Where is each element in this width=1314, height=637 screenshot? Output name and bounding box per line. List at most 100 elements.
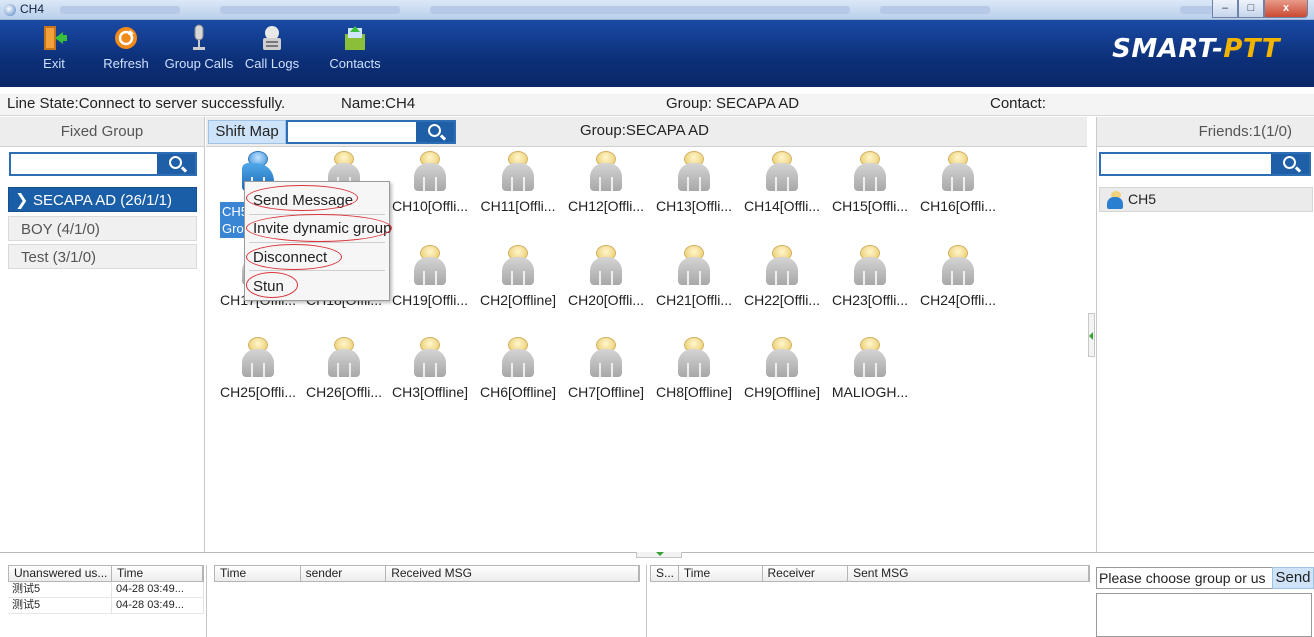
exit-button[interactable]: Exit xyxy=(34,24,74,71)
friends-header: Friends:1(1/0) xyxy=(1097,117,1314,147)
user-label: CH3[Offline] xyxy=(392,384,468,400)
menu-item-send-message[interactable]: Send Message xyxy=(253,192,353,209)
sent-messages-table: S... Time Receiver Sent MSG xyxy=(650,565,1090,582)
user-label: CH22[Offli... xyxy=(744,292,820,308)
offline-user-icon xyxy=(940,151,976,193)
group-item-test[interactable]: Test (3/1/0) xyxy=(8,244,197,269)
table-row[interactable]: 测试5 04-28 03:49... xyxy=(8,582,204,598)
offline-user-icon xyxy=(676,245,712,287)
offline-user-icon xyxy=(500,245,536,287)
member-search-input[interactable] xyxy=(286,120,456,144)
column-header[interactable]: Received MSG xyxy=(386,566,639,581)
user-context-menu: Send Message Invite dynamic group Discon… xyxy=(244,181,391,301)
bottom-splitter-handle[interactable] xyxy=(636,552,682,558)
offline-user-icon xyxy=(412,245,448,287)
refresh-icon xyxy=(113,24,139,52)
group-search-button[interactable] xyxy=(157,154,195,174)
exit-door-icon xyxy=(41,24,67,52)
offline-user-icon xyxy=(852,151,888,193)
user-label: CH16[Offli... xyxy=(920,198,996,214)
call-logs-icon xyxy=(259,24,285,52)
offline-user-icon xyxy=(500,337,536,379)
window-controls: – □ x xyxy=(1212,0,1308,19)
fixed-group-panel: Fixed Group ❯ SECAPA AD (26/1/1) BOY (4/… xyxy=(0,117,205,552)
member-search-button[interactable] xyxy=(416,122,454,142)
offline-user-icon xyxy=(852,337,888,379)
user-label: CH19[Offli... xyxy=(392,292,468,308)
group-search-input[interactable] xyxy=(9,152,197,176)
blurred-title-region xyxy=(60,6,180,14)
contacts-button[interactable]: Contacts xyxy=(326,24,384,71)
search-icon xyxy=(1283,156,1296,169)
center-header-bar: Shift Map Group:SECAPA AD xyxy=(206,117,1087,147)
offline-user-icon xyxy=(240,337,276,379)
minimize-button[interactable]: – xyxy=(1212,0,1238,18)
message-recipient-field[interactable]: Please choose group or us xyxy=(1096,567,1276,589)
table-row[interactable]: 测试5 04-28 03:49... xyxy=(8,598,204,614)
center-group-title: Group:SECAPA AD xyxy=(580,122,709,139)
friend-item-ch5[interactable]: CH5 xyxy=(1099,187,1313,212)
column-header[interactable]: sender xyxy=(301,566,387,581)
user-label: CH7[Offline] xyxy=(568,384,644,400)
current-name-text: Name:CH4 xyxy=(341,95,416,112)
fixed-group-header: Fixed Group xyxy=(0,117,204,147)
menu-item-stun[interactable]: Stun xyxy=(253,278,284,295)
refresh-button[interactable]: Refresh xyxy=(98,24,154,71)
close-button[interactable]: x xyxy=(1264,0,1308,18)
offline-user-icon xyxy=(940,245,976,287)
column-header[interactable]: Time xyxy=(215,566,301,581)
group-item-secapa-ad[interactable]: ❯ SECAPA AD (26/1/1) xyxy=(8,187,197,212)
column-header[interactable]: Sent MSG xyxy=(848,566,1089,581)
table-header: S... Time Receiver Sent MSG xyxy=(650,565,1090,582)
message-input-area[interactable] xyxy=(1096,593,1312,637)
panel-splitter-handle[interactable] xyxy=(1088,313,1095,357)
user-label: CH10[Offli... xyxy=(392,198,468,214)
group-calls-button[interactable]: Group Calls xyxy=(164,24,234,71)
line-state-text: Line State:Connect to server successfull… xyxy=(7,95,286,112)
maximize-button[interactable]: □ xyxy=(1238,0,1264,18)
column-header[interactable]: Time xyxy=(112,566,203,581)
user-label: CH11[Offli... xyxy=(480,198,556,214)
user-label: CH9[Offline] xyxy=(744,384,820,400)
offline-user-icon xyxy=(676,337,712,379)
friend-search-input[interactable] xyxy=(1099,152,1311,176)
blurred-title-region xyxy=(880,6,990,14)
blurred-title-region xyxy=(220,6,400,14)
menu-item-disconnect[interactable]: Disconnect xyxy=(253,249,327,266)
send-button[interactable]: Send xyxy=(1272,567,1314,589)
online-user-icon xyxy=(1106,191,1124,209)
contacts-icon xyxy=(342,24,368,52)
user-label: CH6[Offline] xyxy=(480,384,556,400)
column-header[interactable]: Time xyxy=(679,566,763,581)
user-label: CH2[Offline] xyxy=(480,292,556,308)
current-group-text: Group: SECAPA AD xyxy=(666,95,800,112)
selected-user-label: CH5 Gro xyxy=(220,202,249,238)
shift-map-button[interactable]: Shift Map xyxy=(208,120,286,144)
offline-user-icon xyxy=(412,151,448,193)
offline-user-icon xyxy=(852,245,888,287)
friend-search-button[interactable] xyxy=(1271,154,1309,174)
group-item-boy[interactable]: BOY (4/1/0) xyxy=(8,216,197,241)
menu-separator xyxy=(249,242,385,243)
divider xyxy=(206,565,207,637)
offline-user-icon xyxy=(588,245,624,287)
column-header[interactable]: Receiver xyxy=(763,566,849,581)
user-label: CH13[Offli... xyxy=(656,198,732,214)
call-logs-button[interactable]: Call Logs xyxy=(236,24,308,71)
window-title: CH4 xyxy=(20,2,45,16)
user-label: CH20[Offli... xyxy=(568,292,644,308)
current-contact-text: Contact: xyxy=(990,95,1046,112)
column-header[interactable]: Unanswered us... xyxy=(9,566,112,581)
column-header[interactable]: S... xyxy=(651,566,679,581)
brand-logo: SMART-PTT xyxy=(1112,34,1280,64)
status-line: Line State:Connect to server successfull… xyxy=(0,94,1314,116)
offline-user-icon xyxy=(500,151,536,193)
divider xyxy=(646,565,647,637)
offline-user-icon xyxy=(764,337,800,379)
friends-panel: Friends:1(1/0) CH5 xyxy=(1096,117,1314,552)
offline-user-icon xyxy=(588,337,624,379)
offline-user-icon xyxy=(326,337,362,379)
search-icon xyxy=(169,156,182,169)
main-toolbar: Exit Refresh Group Calls Call Logs Conta… xyxy=(0,20,1314,87)
menu-item-invite-dynamic-group[interactable]: Invite dynamic group xyxy=(253,220,391,237)
